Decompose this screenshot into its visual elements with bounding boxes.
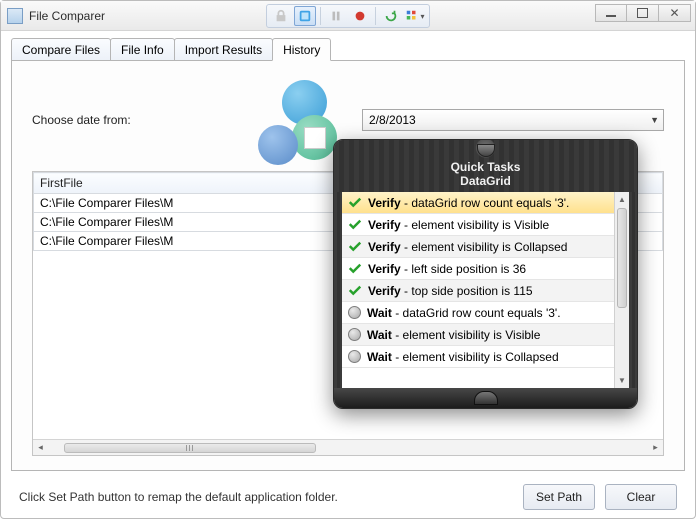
decorative-bubbles <box>252 80 342 160</box>
popup-vertical-scrollbar[interactable]: ▲ ▼ <box>614 192 629 388</box>
choose-date-label: Choose date from: <box>32 113 252 127</box>
column-header-firstfile[interactable]: FirstFile <box>34 173 349 194</box>
options-icon[interactable]: ▾ <box>404 6 426 26</box>
toolbar: ▾ <box>266 4 430 28</box>
minimize-button[interactable] <box>595 4 627 22</box>
scroll-up-button[interactable]: ▲ <box>615 192 629 207</box>
popup-rail-left <box>334 192 342 388</box>
scroll-left-button[interactable]: ◂ <box>33 441 48 455</box>
record-icon[interactable] <box>349 6 371 26</box>
maximize-button[interactable] <box>627 4 659 22</box>
popup-title-2: DataGrid <box>334 174 637 188</box>
popup-rail-right <box>629 192 637 388</box>
tab-compare-files[interactable]: Compare Files <box>11 38 111 61</box>
refresh-icon[interactable] <box>380 6 402 26</box>
lock-icon[interactable] <box>270 6 292 26</box>
horizontal-scrollbar[interactable]: ◂ ▸ <box>33 439 663 455</box>
popup-grip-bottom[interactable] <box>474 391 498 405</box>
set-path-button[interactable]: Set Path <box>523 484 595 510</box>
list-item[interactable]: Wait - element visibility is Collapsed <box>342 346 629 368</box>
quick-tasks-popup[interactable]: Quick Tasks DataGrid Verify - dataGrid r… <box>333 139 638 409</box>
toolbar-separator <box>375 7 376 25</box>
toolbar-separator <box>320 7 321 25</box>
check-icon <box>348 262 362 276</box>
list-item[interactable]: Verify - dataGrid row count equals '3'. <box>342 192 629 214</box>
check-icon <box>348 196 362 210</box>
list-item[interactable]: Verify - element visibility is Visible <box>342 214 629 236</box>
tab-strip: Compare Files File Info Import Results H… <box>11 37 685 60</box>
highlight-icon[interactable] <box>294 6 316 26</box>
wait-icon <box>348 328 361 341</box>
clear-button[interactable]: Clear <box>605 484 677 510</box>
list-item[interactable]: Wait - dataGrid row count equals '3'. <box>342 302 629 324</box>
date-combobox[interactable]: 2/8/2013 ▼ <box>362 109 664 131</box>
popup-footer <box>334 388 637 408</box>
tab-import-results[interactable]: Import Results <box>174 38 273 61</box>
popup-header: Quick Tasks DataGrid <box>334 140 637 192</box>
list-item[interactable]: Wait - element visibility is Visible <box>342 324 629 346</box>
popup-grip-top[interactable] <box>477 144 495 157</box>
app-icon <box>7 8 23 24</box>
check-icon <box>348 240 362 254</box>
popup-title-1: Quick Tasks <box>334 160 637 174</box>
list-item[interactable]: Verify - left side position is 36 <box>342 258 629 280</box>
list-item[interactable]: Verify - top side position is 115 <box>342 280 629 302</box>
wait-icon <box>348 306 361 319</box>
title-bar: File Comparer ▾ ✕ <box>1 1 695 31</box>
pause-icon[interactable] <box>325 6 347 26</box>
scroll-thumb[interactable] <box>617 208 627 308</box>
scroll-right-button[interactable]: ▸ <box>648 441 663 455</box>
popup-task-list: Verify - dataGrid row count equals '3'. … <box>342 192 629 388</box>
footer: Click Set Path button to remap the defau… <box>1 476 695 518</box>
scroll-down-button[interactable]: ▼ <box>615 373 629 388</box>
footer-message: Click Set Path button to remap the defau… <box>19 490 338 504</box>
wait-icon <box>348 350 361 363</box>
scroll-thumb[interactable] <box>64 443 316 453</box>
window-title: File Comparer <box>29 9 105 23</box>
list-item[interactable]: Verify - element visibility is Collapsed <box>342 236 629 258</box>
chevron-down-icon: ▼ <box>650 115 659 125</box>
check-icon <box>348 284 362 298</box>
window-buttons: ✕ <box>595 4 691 22</box>
tab-history[interactable]: History <box>272 38 331 61</box>
tab-file-info[interactable]: File Info <box>110 38 175 61</box>
check-icon <box>348 218 362 232</box>
close-button[interactable]: ✕ <box>659 4 691 22</box>
date-value: 2/8/2013 <box>369 113 416 127</box>
